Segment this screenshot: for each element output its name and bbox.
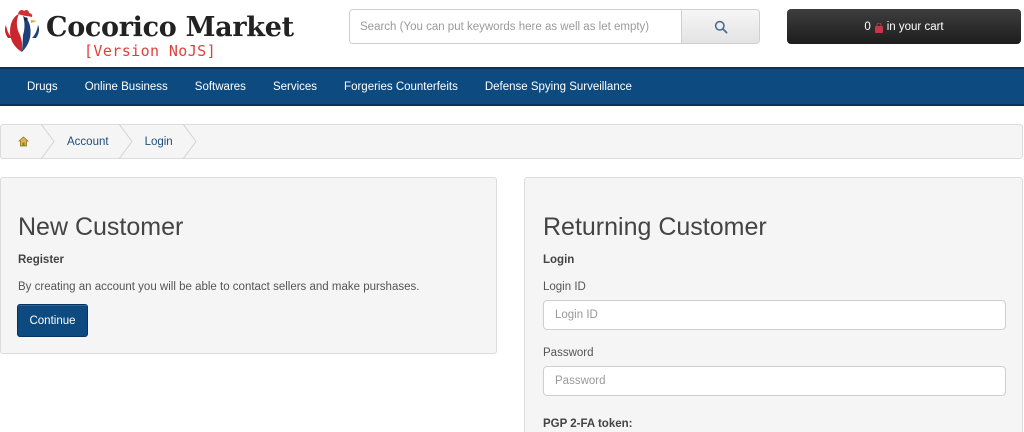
- main-nav: Drugs Online Business Softwares Services…: [0, 67, 1024, 106]
- site-title: Cocorico Market: [46, 12, 294, 43]
- nav-item-defense-spying-surveillance[interactable]: Defense Spying Surveillance: [485, 81, 632, 93]
- site-version-label: [Version NoJS]: [84, 42, 217, 60]
- breadcrumb: Account Login: [0, 124, 1023, 159]
- new-customer-title: New Customer: [18, 213, 184, 241]
- breadcrumb-separator: [118, 124, 133, 159]
- register-description: By creating an account you will be able …: [18, 281, 420, 293]
- breadcrumb-separator: [41, 124, 55, 159]
- nav-item-online-business[interactable]: Online Business: [85, 81, 168, 93]
- cart-label: in your cart: [886, 20, 944, 33]
- search-icon: [714, 20, 728, 34]
- login-id-field[interactable]: [543, 300, 1006, 330]
- returning-customer-title: Returning Customer: [543, 213, 767, 241]
- breadcrumb-home[interactable]: [1, 125, 41, 158]
- nav-item-services[interactable]: Services: [273, 81, 317, 93]
- returning-customer-panel: Returning Customer Login Login ID Passwo…: [524, 177, 1023, 432]
- cart-button[interactable]: 0 in your cart: [787, 9, 1021, 44]
- login-heading: Login: [543, 254, 575, 266]
- breadcrumb-item-account[interactable]: Account: [55, 125, 119, 158]
- breadcrumb-separator: [182, 124, 197, 159]
- password-field[interactable]: [543, 366, 1006, 396]
- rooster-icon: [4, 9, 40, 52]
- search-input[interactable]: [350, 10, 681, 43]
- continue-button[interactable]: Continue: [17, 304, 88, 337]
- login-id-label: Login ID: [543, 281, 586, 293]
- breadcrumb-item-login[interactable]: Login: [133, 125, 183, 158]
- cart-count: 0: [864, 20, 871, 33]
- pgp-token-label: PGP 2-FA token:: [543, 418, 633, 430]
- new-customer-panel: New Customer Register By creating an acc…: [0, 177, 497, 354]
- nav-item-forgeries-counterfeits[interactable]: Forgeries Counterfeits: [344, 81, 458, 93]
- password-label: Password: [543, 347, 594, 359]
- nav-item-drugs[interactable]: Drugs: [27, 81, 58, 93]
- nav-item-softwares[interactable]: Softwares: [195, 81, 246, 93]
- register-heading: Register: [18, 254, 65, 266]
- site-logo[interactable]: Cocorico Market [Version NoJS]: [2, 6, 322, 60]
- home-icon: [18, 136, 29, 147]
- shopping-bag-icon: [874, 22, 883, 33]
- search-bar: [349, 9, 760, 44]
- search-button[interactable]: [681, 10, 759, 43]
